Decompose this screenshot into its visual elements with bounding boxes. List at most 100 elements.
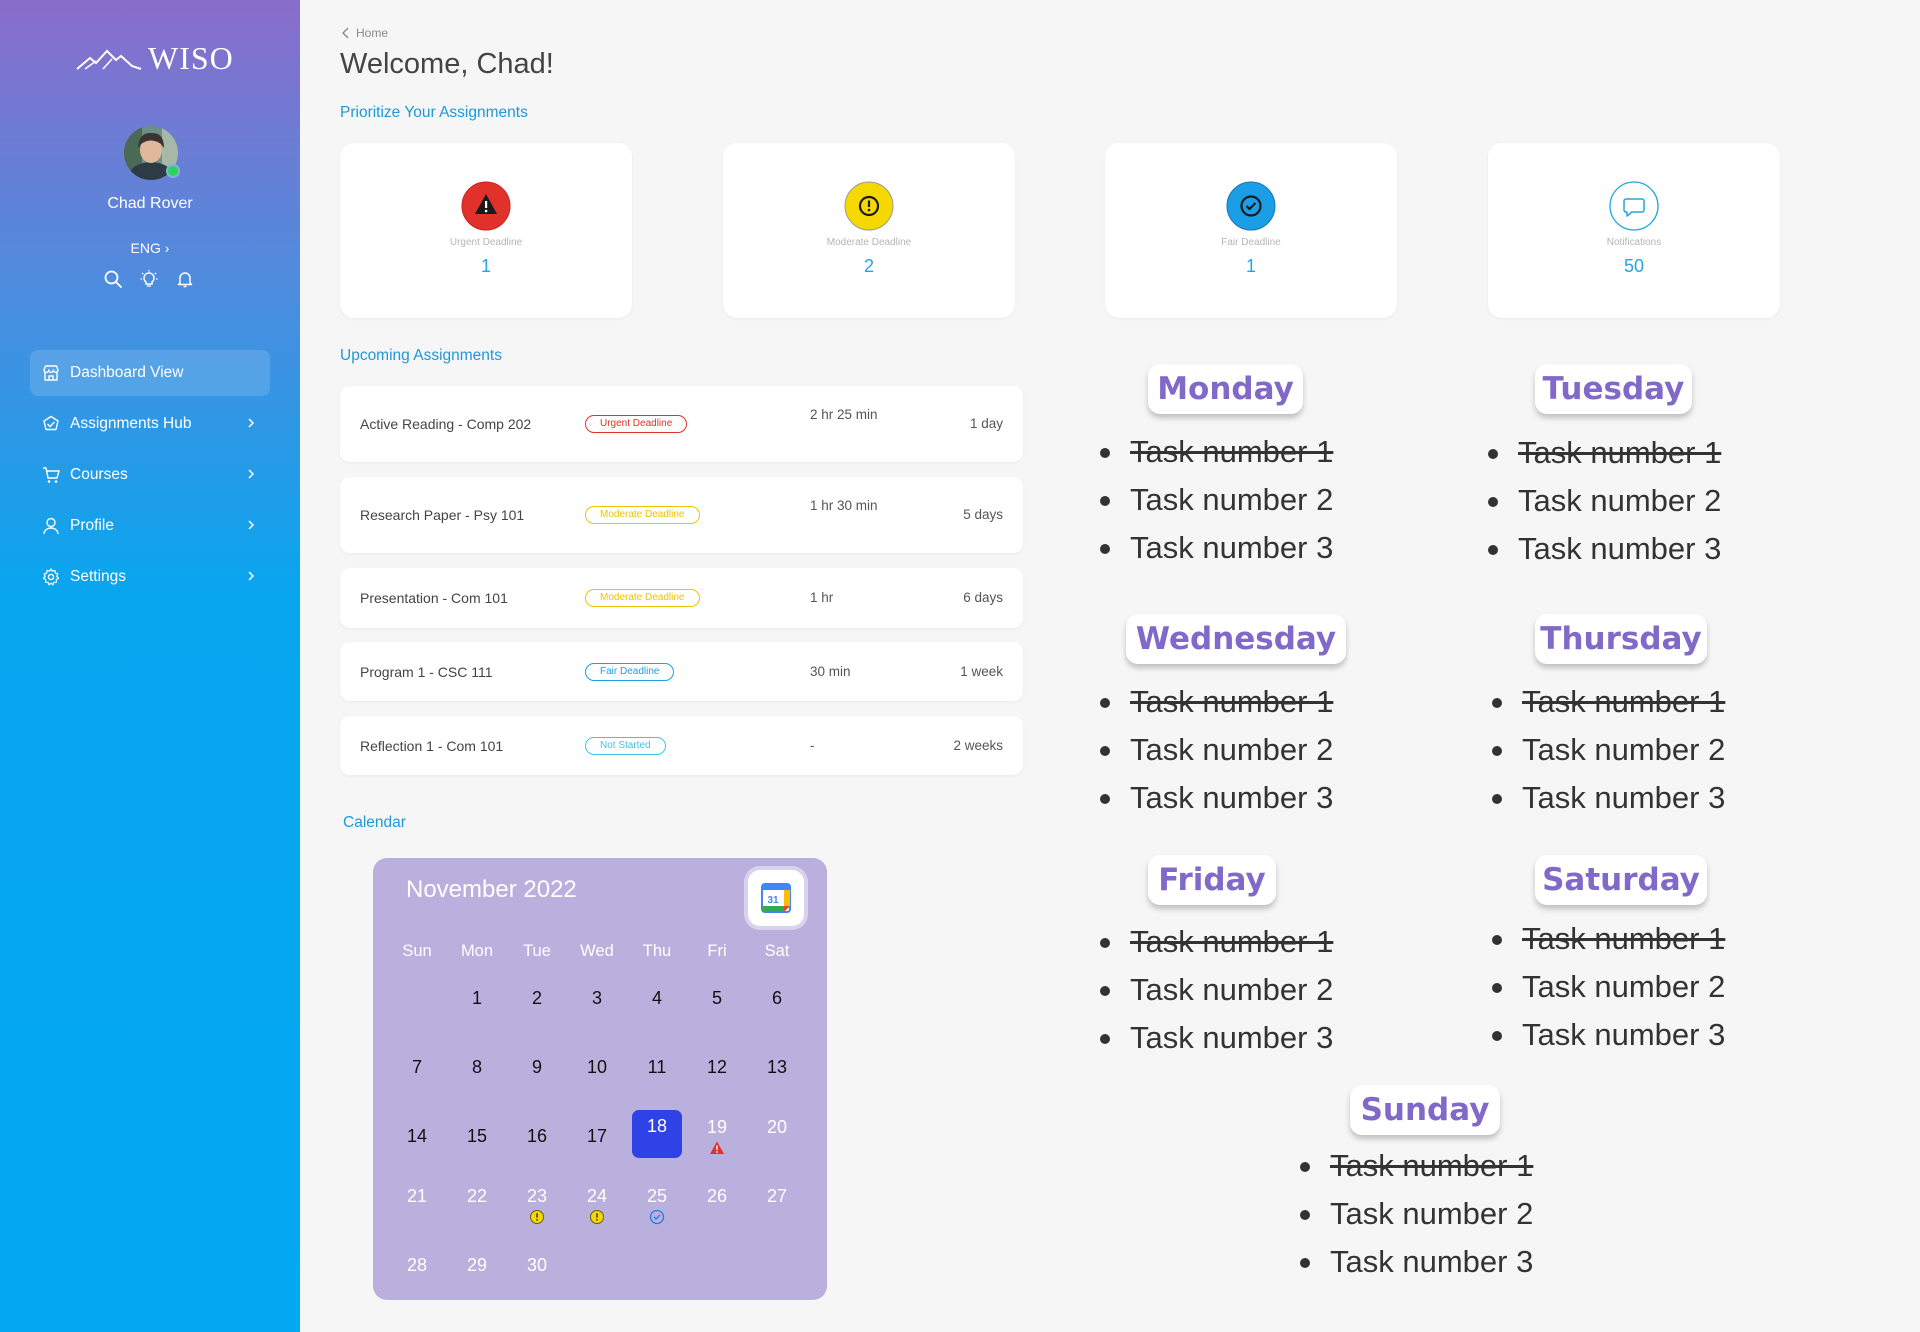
assignment-row[interactable]: Reflection 1 - Com 101 Not Started - 2 w… [340,716,1023,775]
task-item[interactable]: Task number 1 [1100,678,1333,726]
calendar-day[interactable]: 1 [452,987,502,1035]
moderate-alert-icon [529,1209,545,1225]
calendar-day[interactable]: 6 [752,987,802,1035]
moderate-deadline-card[interactable]: Moderate Deadline 2 [723,143,1015,318]
fair-deadline-card[interactable]: Fair Deadline 1 [1105,143,1397,318]
task-item[interactable]: Task number 3 [1492,774,1725,822]
day-card-sunday[interactable]: Sunday [1350,1085,1500,1135]
chevron-right-icon [248,520,255,530]
calendar-day[interactable]: 12 [692,1056,742,1104]
assignment-row[interactable]: Research Paper - Psy 101 Moderate Deadli… [340,477,1023,553]
calendar-day[interactable]: 25 [632,1185,682,1233]
calendar-day[interactable]: 29 [452,1254,502,1302]
chevron-right-icon [248,571,255,581]
assignment-row[interactable]: Active Reading - Comp 202 Urgent Deadlin… [340,386,1023,462]
task-item[interactable]: Task number 3 [1300,1238,1533,1286]
app-logo[interactable]: WISO [76,40,234,77]
task-item[interactable]: Task number 2 [1488,477,1721,525]
card-label: Notifications [1606,237,1662,248]
calendar-day[interactable]: 8 [452,1056,502,1104]
calendar-day[interactable]: 14 [392,1125,442,1173]
task-item[interactable]: Task number 3 [1100,1014,1333,1062]
calendar-day-number: 19 [706,1117,728,1137]
sidebar-item-assignments-hub[interactable]: Assignments Hub [30,401,270,447]
search-icon[interactable] [104,270,122,288]
calendar-day[interactable]: 11 [632,1056,682,1104]
sidebar-item-profile[interactable]: Profile [30,503,270,549]
google-calendar-button[interactable]: 31 [748,870,804,926]
task-item[interactable]: Task number 2 [1100,476,1333,524]
avatar[interactable] [124,126,180,180]
calendar-day-number: 26 [706,1186,728,1206]
calendar-day[interactable]: 20 [752,1116,802,1164]
breadcrumb[interactable]: Home [342,26,388,40]
sidebar-item-courses[interactable]: Courses [30,452,270,498]
calendar-day[interactable]: 3 [572,987,622,1035]
calendar-day[interactable]: 4 [632,987,682,1035]
sidebar-item-dashboard-view[interactable]: Dashboard View [30,350,270,396]
task-item[interactable]: Task number 2 [1300,1190,1533,1238]
sidebar-item-settings[interactable]: Settings [30,554,270,600]
calendar-day-today[interactable]: 18 [632,1110,682,1158]
calendar-month: November 2022 [406,876,577,903]
calendar-day-number: 25 [646,1186,668,1206]
task-item[interactable]: Task number 3 [1100,524,1333,572]
day-card-tuesday[interactable]: Tuesday [1535,364,1692,414]
status-badge: Urgent Deadline [585,415,688,433]
calendar-day[interactable]: 23 [512,1185,562,1233]
task-item[interactable]: Task number 3 [1488,525,1721,573]
calendar-day[interactable]: 2 [512,987,562,1035]
urgent-deadline-card[interactable]: Urgent Deadline 1 [340,143,632,318]
assignment-row[interactable]: Program 1 - CSC 111 Fair Deadline 30 min… [340,642,1023,701]
calendar-day-number: 21 [406,1186,428,1206]
google-calendar-icon: 31 [761,883,791,913]
status-badge: Fair Deadline [585,663,675,681]
calendar-day[interactable]: 28 [392,1254,442,1302]
calendar-day[interactable]: 19 [692,1116,742,1164]
calendar-day-number: 13 [766,1057,788,1077]
task-item[interactable]: Task number 1 [1492,915,1725,963]
task-item[interactable]: Task number 3 [1492,1011,1725,1059]
day-card-saturday[interactable]: Saturday [1535,855,1707,905]
calendar-day[interactable]: 7 [392,1056,442,1104]
calendar-day-number: 11 [647,1057,667,1077]
lightbulb-icon[interactable] [140,270,158,288]
breadcrumb-home[interactable]: Home [356,26,388,40]
task-item[interactable]: Task number 2 [1100,726,1333,774]
calendar-day[interactable]: 5 [692,987,742,1035]
calendar-day[interactable]: 21 [392,1185,442,1233]
calendar-day[interactable]: 30 [512,1254,562,1302]
calendar-day[interactable]: 24 [572,1185,622,1233]
language-selector[interactable]: ENG › [0,240,300,256]
day-card-friday[interactable]: Friday [1148,855,1276,905]
assignment-row[interactable]: Presentation - Com 101 Moderate Deadline… [340,568,1023,628]
status-badge: Moderate Deadline [585,506,700,524]
calendar-day[interactable]: 17 [572,1125,622,1173]
calendar-day-number: 18 [646,1116,668,1136]
task-item[interactable]: Task number 2 [1100,966,1333,1014]
notifications-card[interactable]: Notifications 50 [1488,143,1780,318]
day-card-monday[interactable]: Monday [1148,364,1303,414]
calendar-day[interactable]: 16 [512,1125,562,1173]
calendar-day[interactable]: 13 [752,1056,802,1104]
day-card-thursday[interactable]: Thursday [1535,614,1707,664]
task-item[interactable]: Task number 1 [1488,429,1721,477]
task-item[interactable]: Task number 2 [1492,726,1725,774]
calendar-day[interactable]: 9 [512,1056,562,1104]
task-item[interactable]: Task number 1 [1100,428,1333,476]
task-item[interactable]: Task number 1 [1300,1142,1533,1190]
calendar-day[interactable]: 22 [452,1185,502,1233]
calendar-day-number: 1 [471,988,482,1008]
bell-icon[interactable] [176,270,194,288]
calendar-day[interactable]: 10 [572,1056,622,1104]
calendar-day-number: 3 [591,988,602,1008]
task-item[interactable]: Task number 2 [1492,963,1725,1011]
calendar-day[interactable]: 26 [692,1185,742,1233]
chevron-right-icon [248,418,255,428]
task-item[interactable]: Task number 3 [1100,774,1333,822]
calendar-day[interactable]: 15 [452,1125,502,1173]
task-item[interactable]: Task number 1 [1492,678,1725,726]
task-item[interactable]: Task number 1 [1100,918,1333,966]
calendar-day[interactable]: 27 [752,1185,802,1233]
day-card-wednesday[interactable]: Wednesday [1126,614,1346,664]
